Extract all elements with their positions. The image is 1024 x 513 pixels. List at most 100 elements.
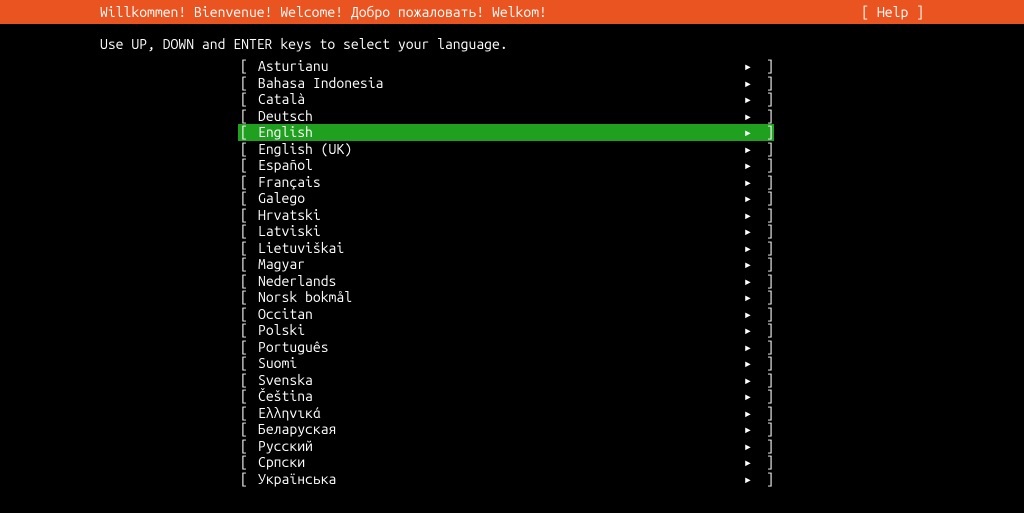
language-item[interactable]: [Nederlands▸] — [240, 273, 774, 290]
language-item[interactable]: [Lietuviškai▸] — [240, 240, 774, 257]
bracket-open: [ — [240, 421, 258, 438]
chevron-right-icon: ▸ — [740, 372, 756, 389]
language-item[interactable]: [English▸] — [238, 124, 774, 141]
language-label: Suomi — [258, 355, 740, 372]
bracket-open: [ — [240, 471, 258, 488]
bracket-open: [ — [240, 91, 258, 108]
bracket-close: ] — [756, 190, 774, 207]
language-label: Français — [258, 174, 740, 191]
chevron-right-icon: ▸ — [740, 405, 756, 422]
language-label: Català — [258, 91, 740, 108]
language-label: Русский — [258, 438, 740, 455]
language-item[interactable]: [Norsk bokmål▸] — [240, 289, 774, 306]
language-item[interactable]: [Magyar▸] — [240, 256, 774, 273]
header-title: Willkommen! Bienvenue! Welcome! Добро по… — [100, 4, 547, 20]
bracket-close: ] — [756, 355, 774, 372]
language-item[interactable]: [Deutsch▸] — [240, 108, 774, 125]
chevron-right-icon: ▸ — [740, 124, 756, 141]
language-item[interactable]: [Svenska▸] — [240, 372, 774, 389]
language-label: Čeština — [258, 388, 740, 405]
language-label: Українська — [258, 471, 740, 488]
help-link[interactable]: [ Help ] — [861, 4, 924, 20]
bracket-open: [ — [240, 273, 258, 290]
chevron-right-icon: ▸ — [740, 141, 756, 158]
chevron-right-icon: ▸ — [740, 289, 756, 306]
language-item[interactable]: [Русский▸] — [240, 438, 774, 455]
bracket-close: ] — [756, 174, 774, 191]
bracket-open: [ — [240, 438, 258, 455]
bracket-open: [ — [240, 322, 258, 339]
chevron-right-icon: ▸ — [740, 471, 756, 488]
language-item[interactable]: [Galego▸] — [240, 190, 774, 207]
bracket-open: [ — [240, 355, 258, 372]
language-list: [Asturianu▸][Bahasa Indonesia▸][Català▸]… — [0, 58, 1024, 487]
language-label: Svenska — [258, 372, 740, 389]
language-item[interactable]: [Українська▸] — [240, 471, 774, 488]
language-item[interactable]: [Suomi▸] — [240, 355, 774, 372]
bracket-open: [ — [240, 289, 258, 306]
bracket-open: [ — [240, 190, 258, 207]
chevron-right-icon: ▸ — [740, 108, 756, 125]
bracket-close: ] — [756, 322, 774, 339]
language-label: Asturianu — [258, 58, 740, 75]
language-item[interactable]: [Bahasa Indonesia▸] — [240, 75, 774, 92]
chevron-right-icon: ▸ — [740, 273, 756, 290]
language-label: Occitan — [258, 306, 740, 323]
language-item[interactable]: [Hrvatski▸] — [240, 207, 774, 224]
bracket-open: [ — [240, 157, 258, 174]
language-label: English — [258, 124, 740, 141]
bracket-open: [ — [240, 124, 258, 141]
chevron-right-icon: ▸ — [740, 91, 756, 108]
chevron-right-icon: ▸ — [740, 306, 756, 323]
language-label: Ελληνικά — [258, 405, 740, 422]
bracket-close: ] — [756, 454, 774, 471]
chevron-right-icon: ▸ — [740, 223, 756, 240]
chevron-right-icon: ▸ — [740, 75, 756, 92]
language-item[interactable]: [English (UK)▸] — [240, 141, 774, 158]
chevron-right-icon: ▸ — [740, 207, 756, 224]
language-item[interactable]: [Occitan▸] — [240, 306, 774, 323]
language-item[interactable]: [Français▸] — [240, 174, 774, 191]
language-item[interactable]: [Ελληνικά▸] — [240, 405, 774, 422]
language-item[interactable]: [Español▸] — [240, 157, 774, 174]
language-label: Polski — [258, 322, 740, 339]
language-label: Norsk bokmål — [258, 289, 740, 306]
language-item[interactable]: [Asturianu▸] — [240, 58, 774, 75]
bracket-close: ] — [756, 289, 774, 306]
bracket-close: ] — [756, 141, 774, 158]
bracket-open: [ — [240, 240, 258, 257]
bracket-open: [ — [240, 75, 258, 92]
language-item[interactable]: [Српски▸] — [240, 454, 774, 471]
language-label: Deutsch — [258, 108, 740, 125]
bracket-close: ] — [756, 306, 774, 323]
bracket-close: ] — [756, 91, 774, 108]
bracket-close: ] — [756, 75, 774, 92]
chevron-right-icon: ▸ — [740, 174, 756, 191]
language-item[interactable]: [Latviski▸] — [240, 223, 774, 240]
bracket-close: ] — [756, 256, 774, 273]
chevron-right-icon: ▸ — [740, 157, 756, 174]
language-label: Bahasa Indonesia — [258, 75, 740, 92]
language-item[interactable]: [Čeština▸] — [240, 388, 774, 405]
bracket-close: ] — [756, 108, 774, 125]
chevron-right-icon: ▸ — [740, 322, 756, 339]
bracket-close: ] — [756, 273, 774, 290]
bracket-open: [ — [240, 58, 258, 75]
language-label: Nederlands — [258, 273, 740, 290]
bracket-close: ] — [756, 207, 774, 224]
language-item[interactable]: [Беларуская▸] — [240, 421, 774, 438]
language-item[interactable]: [Polski▸] — [240, 322, 774, 339]
bracket-open: [ — [240, 256, 258, 273]
bracket-close: ] — [756, 405, 774, 422]
bracket-open: [ — [240, 454, 258, 471]
chevron-right-icon: ▸ — [740, 58, 756, 75]
language-item[interactable]: [Português▸] — [240, 339, 774, 356]
language-label: Galego — [258, 190, 740, 207]
language-label: Беларуская — [258, 421, 740, 438]
bracket-close: ] — [756, 58, 774, 75]
language-label: Latviski — [258, 223, 740, 240]
language-label: Magyar — [258, 256, 740, 273]
language-item[interactable]: [Català▸] — [240, 91, 774, 108]
bracket-open: [ — [240, 339, 258, 356]
language-label: Português — [258, 339, 740, 356]
